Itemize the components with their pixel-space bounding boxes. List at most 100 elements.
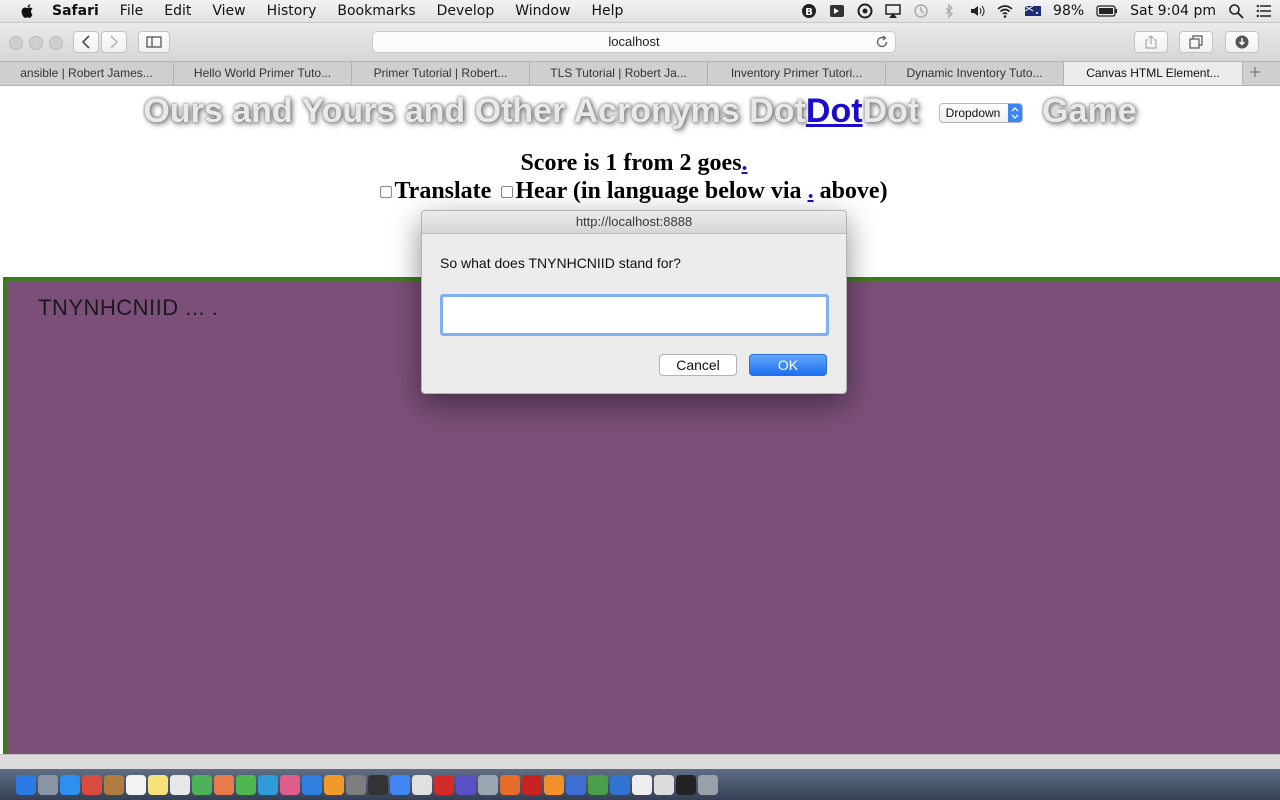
apple-menu-icon[interactable] <box>20 3 36 19</box>
menu-help[interactable]: Help <box>591 3 623 19</box>
vlc-icon[interactable] <box>544 774 564 795</box>
status-b-icon[interactable]: B <box>801 3 817 19</box>
new-tab-button[interactable] <box>1243 62 1267 85</box>
airplay-icon[interactable] <box>885 3 901 19</box>
tab-inventory-primer[interactable]: Inventory Primer Tutori... <box>708 62 886 85</box>
menu-edit[interactable]: Edit <box>164 3 191 19</box>
menu-history[interactable]: History <box>267 3 317 19</box>
xcode-icon[interactable] <box>610 774 630 795</box>
calendar-icon[interactable] <box>126 774 146 795</box>
star-app-icon[interactable] <box>456 774 476 795</box>
menu-file[interactable]: File <box>120 3 143 19</box>
opera-icon[interactable] <box>434 774 454 795</box>
address-text: localhost <box>608 34 660 49</box>
dock <box>0 769 1280 800</box>
trash-icon[interactable] <box>698 774 718 795</box>
chevron-right-icon <box>110 35 119 49</box>
translate-checkbox[interactable] <box>380 186 393 199</box>
filezilla-icon[interactable] <box>522 774 542 795</box>
status-circle-icon[interactable] <box>857 3 873 19</box>
spotlight-search-icon[interactable] <box>1228 3 1244 19</box>
launchpad-icon[interactable] <box>38 774 58 795</box>
back-button[interactable] <box>73 31 99 53</box>
mail-icon[interactable] <box>82 774 102 795</box>
contacts-icon[interactable] <box>104 774 124 795</box>
virtualbox-icon[interactable] <box>566 774 586 795</box>
share-button[interactable] <box>1134 31 1168 53</box>
share-icon <box>1145 35 1157 49</box>
menu-develop[interactable]: Develop <box>437 3 495 19</box>
tab-bar: ansible | Robert James... Hello World Pr… <box>0 62 1280 86</box>
sidebar-icon <box>146 36 162 48</box>
document-icon[interactable] <box>632 774 652 795</box>
cancel-button[interactable]: Cancel <box>659 354 737 376</box>
plus-icon <box>1250 67 1260 77</box>
battery-icon[interactable] <box>1096 3 1118 19</box>
zoom-window-button[interactable] <box>49 36 63 50</box>
forward-button[interactable] <box>101 31 127 53</box>
tab-primer-tutorial[interactable]: Primer Tutorial | Robert... <box>352 62 530 85</box>
bluetooth-icon[interactable] <box>941 3 957 19</box>
minimized-window-icon[interactable] <box>676 774 696 795</box>
window-thumbnail-icon[interactable] <box>654 774 674 795</box>
status-film-icon[interactable] <box>829 3 845 19</box>
hear-checkbox[interactable] <box>501 186 514 199</box>
clock[interactable]: Sat 9:04 pm <box>1130 3 1216 19</box>
photos-icon[interactable] <box>214 774 234 795</box>
language-dropdown[interactable]: Dropdown <box>938 103 1023 124</box>
status-bar <box>0 754 1280 769</box>
menu-view[interactable]: View <box>212 3 245 19</box>
tab-tls-tutorial[interactable]: TLS Tutorial | Robert Ja... <box>530 62 708 85</box>
tab-hello-world[interactable]: Hello World Primer Tuto... <box>174 62 352 85</box>
safari-icon[interactable] <box>60 774 80 795</box>
address-bar[interactable]: localhost <box>372 31 896 53</box>
hear-dot-link[interactable]: . <box>808 178 814 204</box>
messages-icon[interactable] <box>236 774 256 795</box>
itunes-icon[interactable] <box>280 774 300 795</box>
tab-canvas-html-element[interactable]: Canvas HTML Element... <box>1064 62 1243 85</box>
terminal-icon[interactable] <box>368 774 388 795</box>
flag-icon[interactable] <box>1025 3 1042 19</box>
app-store-icon[interactable] <box>302 774 322 795</box>
translate-label: Translate <box>394 178 492 204</box>
score-line: Score is 1 from 2 goes. <box>0 150 1268 177</box>
time-machine-icon[interactable] <box>913 3 929 19</box>
svg-text:B: B <box>805 7 813 18</box>
menu-bookmarks[interactable]: Bookmarks <box>337 3 415 19</box>
minimize-window-button[interactable] <box>29 36 43 50</box>
facetime-icon[interactable] <box>258 774 278 795</box>
score-dot-link[interactable]: . <box>742 150 748 176</box>
maps-icon[interactable] <box>192 774 212 795</box>
textedit-icon[interactable] <box>412 774 432 795</box>
browser-toolbar: localhost <box>0 23 1280 62</box>
finder-icon[interactable] <box>16 774 36 795</box>
close-window-button[interactable] <box>9 36 23 50</box>
ok-button[interactable]: OK <box>749 354 827 376</box>
sidebar-button[interactable] <box>138 31 170 53</box>
wifi-icon[interactable] <box>997 3 1013 19</box>
firefox-icon[interactable] <box>500 774 520 795</box>
reload-icon[interactable] <box>875 35 889 49</box>
answer-input[interactable] <box>440 294 829 336</box>
dialog-prompt: So what does TNYNHCNIID stand for? <box>440 255 681 271</box>
tab-ansible[interactable]: ansible | Robert James... <box>0 62 174 85</box>
menu-window[interactable]: Window <box>515 3 570 19</box>
show-tabs-button[interactable] <box>1179 31 1213 53</box>
volume-icon[interactable] <box>969 3 985 19</box>
tab-dynamic-inventory[interactable]: Dynamic Inventory Tuto... <box>886 62 1064 85</box>
menu-app-safari[interactable]: Safari <box>52 3 99 19</box>
reminders-icon[interactable] <box>170 774 190 795</box>
system-preferences-icon[interactable] <box>346 774 366 795</box>
preview-icon[interactable] <box>478 774 498 795</box>
android-studio-icon[interactable] <box>588 774 608 795</box>
battery-percent: 98% <box>1053 3 1085 19</box>
dropdown-value: Dropdown <box>945 106 1001 121</box>
downloads-button[interactable] <box>1225 31 1259 53</box>
notes-icon[interactable] <box>148 774 168 795</box>
title-dot-link[interactable]: Dot <box>806 92 863 130</box>
options-line: Translate Hear (in language below via . … <box>0 178 1264 205</box>
chrome-icon[interactable] <box>390 774 410 795</box>
notification-center-icon[interactable] <box>1256 3 1272 19</box>
ibooks-icon[interactable] <box>324 774 344 795</box>
web-page: Ours and Yours and Other Acronyms DotDot… <box>0 86 1280 754</box>
